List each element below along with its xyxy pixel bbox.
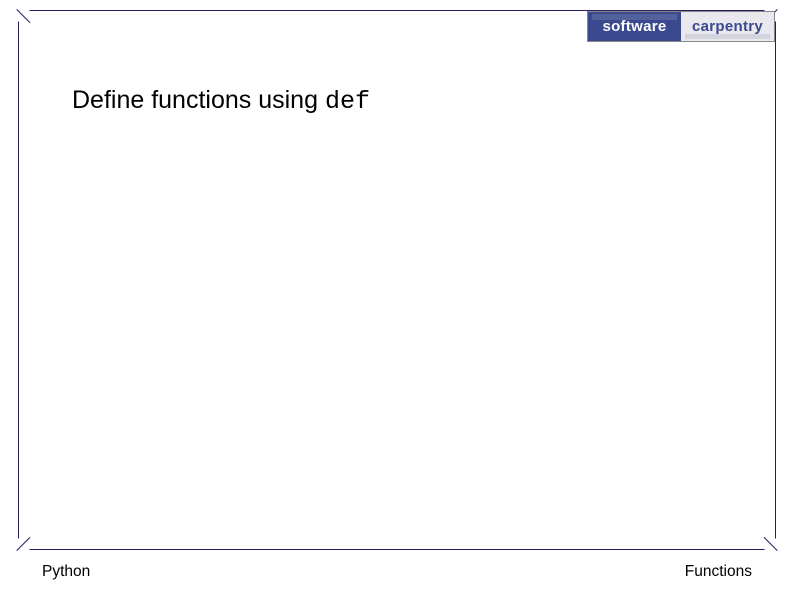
software-carpentry-logo: software carpentry: [587, 11, 775, 42]
corner-cut: [17, 9, 31, 23]
logo-left-word: software: [588, 12, 681, 41]
footer-left: Python: [42, 563, 90, 581]
title-prefix: Define functions using: [72, 86, 325, 114]
slide-title: Define functions using def: [72, 86, 370, 116]
logo-right-word: carpentry: [681, 12, 774, 41]
corner-cut: [763, 537, 777, 551]
footer-right: Functions: [685, 563, 752, 581]
corner-cut: [17, 537, 31, 551]
title-keyword: def: [325, 87, 370, 116]
